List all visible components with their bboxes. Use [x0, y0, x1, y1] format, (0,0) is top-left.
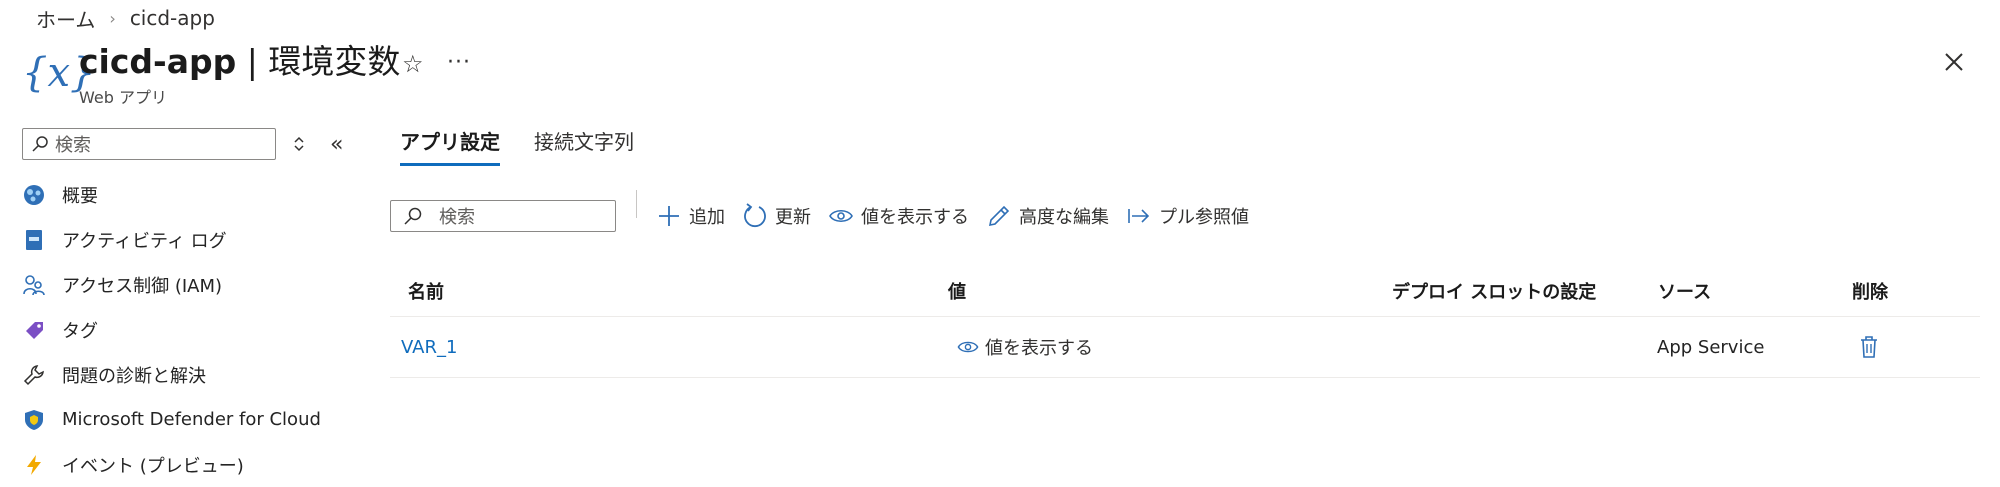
column-header-value[interactable]: 値: [948, 266, 966, 316]
eye-icon: [957, 341, 979, 353]
breadcrumb: ホーム › cicd-app: [36, 4, 215, 32]
sidebar-item-overview[interactable]: 概要: [22, 172, 362, 217]
sidebar-item-iam[interactable]: アクセス制御 (IAM): [22, 262, 362, 307]
sidebar-item-label: タグ: [62, 320, 98, 342]
sidebar-item-events[interactable]: イベント (プレビュー): [22, 442, 362, 487]
sidebar-item-tags[interactable]: タグ: [22, 307, 362, 352]
refresh-icon: [744, 203, 766, 227]
sidebar-item-label: 問題の診断と解決: [62, 365, 206, 387]
tag-icon: [22, 318, 46, 342]
settings-search-placeholder: 検索: [439, 207, 475, 228]
refresh-button[interactable]: 更新: [743, 203, 811, 229]
pull-reference-button[interactable]: プル参照値: [1127, 203, 1249, 229]
iam-people-icon: [22, 273, 46, 297]
settings-tabs: アプリ設定 接続文字列: [400, 126, 634, 166]
collapse-sidebar-icon[interactable]: «: [330, 132, 343, 157]
column-header-slot-setting[interactable]: デプロイ スロットの設定: [1392, 266, 1596, 316]
trash-icon: [1861, 336, 1877, 358]
add-button-label: 追加: [689, 207, 725, 228]
sidebar-nav: 概要 アクティビティ ログ アクセス制御 (IAM) タグ 問題の診断と解決 M…: [22, 172, 362, 487]
sidebar-item-label: イベント (プレビュー): [62, 455, 244, 477]
curly-x-icon: {x}: [22, 50, 96, 96]
settings-search-input[interactable]: 検索: [390, 200, 616, 232]
page-title-app: cicd-app: [79, 42, 237, 81]
add-button[interactable]: 追加: [657, 203, 725, 229]
sidebar-item-label: 概要: [62, 185, 98, 207]
more-options-icon[interactable]: ···: [447, 50, 471, 75]
eye-icon: [829, 209, 853, 223]
search-icon: [32, 136, 48, 152]
search-icon: [404, 207, 422, 225]
delete-button[interactable]: [1859, 317, 1879, 377]
column-header-delete: 削除: [1852, 282, 1888, 303]
show-values-button-label: 値を表示する: [861, 207, 969, 228]
column-header-source[interactable]: ソース: [1658, 266, 1711, 316]
row-show-value-label: 値を表示する: [985, 338, 1093, 359]
lightning-icon: [22, 453, 46, 477]
column-header-name[interactable]: 名前: [408, 266, 444, 316]
table-row: VAR_1 値を表示する App Service: [390, 316, 1980, 378]
shield-icon: [22, 408, 46, 432]
sidebar-item-label: アクセス制御 (IAM): [62, 275, 223, 297]
page-title-separator: |: [236, 42, 269, 81]
row-show-value-button[interactable]: 値を表示する: [957, 317, 1093, 377]
sidebar-item-activity-log[interactable]: アクティビティ ログ: [22, 217, 362, 262]
refresh-button-label: 更新: [775, 207, 811, 228]
breadcrumb-home-link[interactable]: ホーム: [36, 4, 95, 33]
sidebar-item-label: アクティビティ ログ: [62, 230, 227, 252]
command-toolbar: 検索 追加 更新 値を表示する 高度な編集 プル参照値: [390, 190, 1267, 236]
setting-name-link[interactable]: VAR_1: [401, 317, 457, 377]
sidebar-item-label: Microsoft Defender for Cloud: [62, 409, 321, 430]
overview-globe-icon: [22, 183, 46, 207]
show-values-button[interactable]: 値を表示する: [829, 203, 969, 229]
sidebar-search-placeholder: 検索: [55, 135, 91, 156]
activity-log-icon: [22, 228, 46, 252]
sidebar-search-input[interactable]: 検索: [22, 128, 276, 160]
sidebar-item-defender[interactable]: Microsoft Defender for Cloud: [22, 397, 362, 442]
arrow-right-bar-icon: [1128, 209, 1150, 223]
breadcrumb-current[interactable]: cicd-app: [130, 6, 215, 30]
advanced-edit-button-label: 高度な編集: [1019, 207, 1109, 228]
chevron-right-icon: ›: [109, 8, 116, 28]
favorite-star-icon[interactable]: ☆: [402, 50, 424, 78]
advanced-edit-button[interactable]: 高度な編集: [987, 203, 1109, 229]
pencil-icon: [988, 205, 1010, 227]
row-show-value-wrapper: 値を表示する: [957, 334, 1093, 360]
page-title-section: 環境変数: [268, 42, 401, 81]
app-settings-table: 名前 値 デプロイ スロットの設定 ソース 削除 VAR_1 値を表示する Ap…: [390, 266, 1980, 378]
page-subtitle: Web アプリ: [79, 88, 167, 107]
page-title: cicd-app | 環境変数: [79, 38, 400, 86]
plus-icon: [659, 206, 679, 226]
sidebar-item-diagnose[interactable]: 問題の診断と解決: [22, 352, 362, 397]
source-cell: App Service: [1657, 336, 1765, 358]
tab-connection-strings[interactable]: 接続文字列: [534, 126, 634, 166]
table-header-row: 名前 値 デプロイ スロットの設定 ソース 削除: [390, 266, 1980, 316]
tab-app-settings[interactable]: アプリ設定: [400, 126, 500, 166]
toolbar-divider: [636, 190, 637, 218]
pull-reference-button-label: プル参照値: [1159, 207, 1249, 228]
wrench-icon: [22, 363, 46, 387]
close-icon[interactable]: [1940, 48, 1968, 76]
sort-updown-icon[interactable]: [291, 134, 307, 154]
